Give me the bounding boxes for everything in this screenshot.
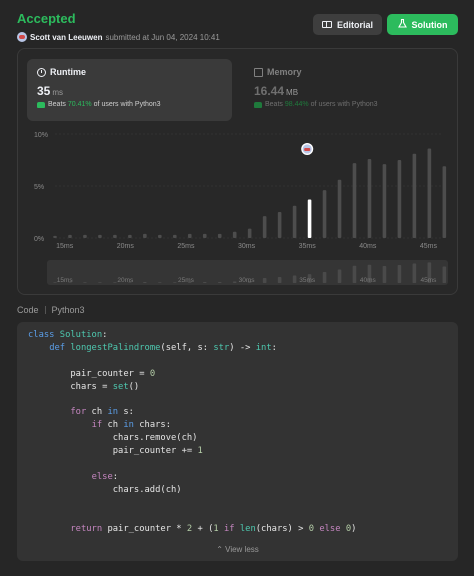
chart-bar	[217, 233, 222, 238]
code-block[interactable]: class Solution: def longestPalindrome(se…	[17, 322, 458, 561]
avatar-marker-detail	[304, 147, 311, 151]
navigator-bar	[337, 269, 342, 283]
performance-panel: Runtime 35 ms Beats 70.41% of users with …	[17, 48, 458, 295]
x-tick-label: 30ms	[238, 243, 256, 250]
x-tick-label: 20ms	[117, 243, 135, 250]
chart-bar	[292, 205, 297, 238]
chart-bar	[427, 148, 432, 238]
chart-bar	[247, 228, 252, 238]
submission-status: Accepted	[17, 11, 76, 26]
runtime-distribution-chart[interactable]: 10% 5% 0% 15ms 20ms 25ms 30ms 35ms 40ms 45ms 15ms 2…	[18, 49, 457, 294]
flask-icon	[397, 18, 407, 30]
navigator-bar	[397, 265, 402, 283]
chevron-up-icon: ⌃	[216, 545, 226, 554]
y-tick-label: 0%	[34, 236, 44, 243]
navigator-bar	[202, 282, 207, 283]
chart-bar	[352, 163, 357, 238]
code-header: Code Python3	[17, 305, 85, 315]
x-tick-label: 40ms	[359, 243, 377, 250]
chart-bar	[382, 164, 387, 238]
navigator-bar	[172, 282, 177, 283]
navigator-bar	[352, 265, 357, 283]
book-icon	[321, 21, 332, 28]
user-name[interactable]: Scott van Leeuwen	[30, 33, 102, 42]
chart-bar	[172, 234, 177, 238]
navigator-tick-label: 25ms	[178, 277, 195, 284]
y-tick-label: 5%	[34, 184, 44, 191]
submission-meta: Scott van Leeuwen submitted at Jun 04, 2…	[17, 32, 220, 42]
editorial-button-label: Editorial	[336, 19, 373, 30]
navigator-bar	[322, 271, 327, 283]
navigator-bar	[382, 265, 387, 283]
chart-bar	[307, 199, 312, 238]
chart-bar	[83, 234, 87, 238]
chart-bar	[158, 234, 162, 238]
navigator-bar	[113, 282, 117, 283]
navigator-bar	[98, 282, 102, 283]
navigator-bar	[292, 275, 297, 283]
chart-bar	[98, 234, 102, 238]
navigator-tick-label: 45ms	[420, 277, 437, 284]
chart-bar	[367, 158, 372, 238]
chart-bar	[397, 160, 402, 238]
chart-bar	[68, 234, 72, 238]
view-less-label: View less	[225, 545, 259, 554]
chart-bar	[412, 153, 417, 238]
chart-bar	[277, 212, 282, 238]
navigator-bar	[217, 282, 222, 283]
submission-header: Accepted Scott van Leeuwen submitted at …	[17, 11, 220, 42]
chart-bar	[322, 190, 327, 238]
chart-bar	[232, 231, 237, 238]
navigator-bar	[262, 277, 267, 283]
chart-bar	[202, 233, 207, 238]
navigator-bar	[158, 282, 162, 283]
x-tick-label: 35ms	[299, 243, 317, 250]
navigator-tick-label: 35ms	[299, 277, 316, 284]
x-tick-label: 25ms	[177, 243, 195, 250]
navigator-bar	[442, 266, 447, 283]
divider	[44, 306, 46, 314]
navigator-tick-label: 20ms	[117, 277, 134, 284]
solution-button[interactable]: Solution	[387, 14, 458, 35]
navigator-bar	[277, 277, 282, 283]
submitted-time: submitted at Jun 04, 2024 10:41	[105, 32, 220, 42]
chart-bar	[53, 235, 57, 238]
view-less-button[interactable]: ⌃ View less	[17, 545, 458, 554]
code-content: class Solution: def longestPalindrome(se…	[28, 330, 357, 534]
chart-bar	[442, 166, 447, 238]
chart-bar	[143, 233, 147, 238]
editorial-button[interactable]: Editorial	[313, 14, 382, 35]
chart-bar	[113, 234, 117, 238]
code-language: Python3	[51, 305, 85, 315]
navigator-bar	[83, 282, 87, 283]
navigator-tick-label: 30ms	[239, 277, 256, 284]
chart-bar	[128, 234, 132, 238]
x-tick-label: 45ms	[420, 243, 438, 250]
chart-bar	[337, 179, 342, 238]
code-label: Code	[17, 305, 39, 315]
navigator-bar	[412, 263, 417, 283]
chart-bar	[187, 233, 192, 238]
navigator-bar	[232, 281, 237, 283]
solution-button-label: Solution	[411, 19, 448, 30]
y-tick-label: 10%	[34, 132, 48, 139]
navigator-bar	[143, 282, 147, 283]
x-tick-label: 15ms	[56, 243, 74, 250]
navigator-tick-label: 40ms	[360, 277, 377, 284]
avatar[interactable]	[17, 32, 27, 42]
chart-bar	[262, 216, 267, 238]
navigator-tick-label: 15ms	[57, 277, 74, 284]
